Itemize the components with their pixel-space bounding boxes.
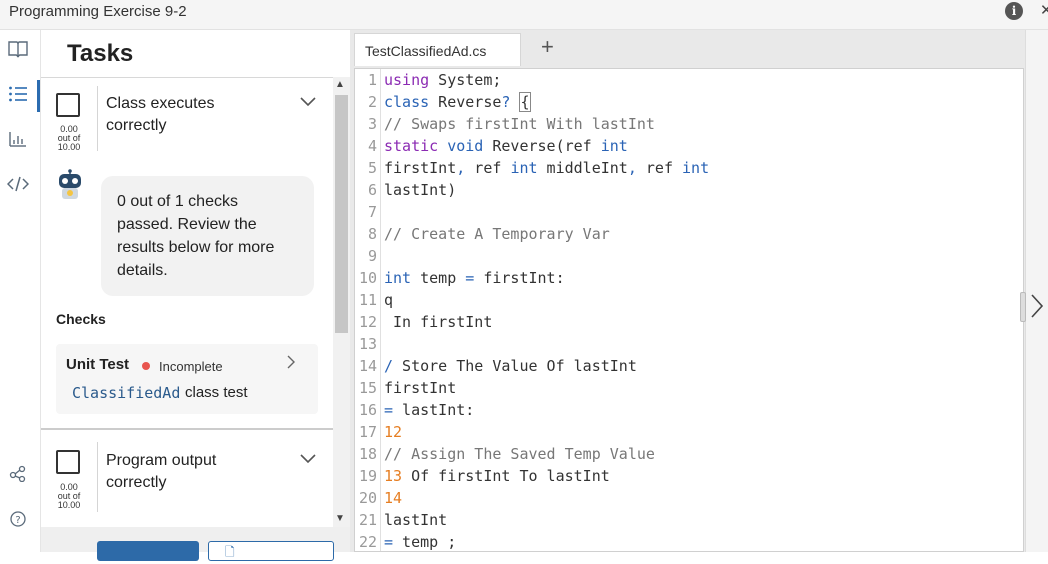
tab-label: TestClassifiedAd.cs	[365, 43, 487, 59]
task-title[interactable]: Class executes correctly	[106, 93, 266, 137]
task-score: 0.00 out of 10.00	[57, 124, 81, 152]
secondary-action-button[interactable]: 🗋	[208, 541, 334, 561]
help-icon[interactable]: ?	[7, 510, 29, 532]
code-line: 1 using System;	[367, 71, 502, 89]
title-bar: Programming Exercise 9-2 i ✕	[0, 0, 1048, 30]
code-line: 16 = lastInt:	[358, 401, 475, 419]
feedback-text: 0 out of 1 checks passed. Review the res…	[117, 193, 275, 279]
document-icon: 🗋	[225, 545, 235, 559]
tasks-scrollbar[interactable]: ▲ ▼	[333, 77, 350, 527]
code-line: 22 = temp ;	[358, 533, 457, 551]
chevron-right-icon[interactable]	[1030, 293, 1044, 325]
editor-tab-bar: TestClassifiedAd.cs +	[350, 30, 1025, 68]
code-line: 21 lastInt	[358, 511, 448, 529]
code-line: 9	[367, 247, 377, 265]
rail-active-indicator	[37, 80, 40, 112]
status-badge: Incomplete	[159, 359, 223, 374]
list-icon[interactable]	[7, 85, 29, 107]
tab-test-classified-ad[interactable]: TestClassifiedAd.cs	[354, 33, 521, 66]
code-icon[interactable]	[6, 175, 30, 197]
code-line: 20 14	[358, 489, 403, 507]
chevron-down-icon[interactable]	[299, 451, 317, 469]
code-line: 3// Swaps firstInt With lastInt	[367, 115, 655, 133]
tasks-header: Tasks	[41, 30, 335, 77]
add-tab-button[interactable]: +	[541, 34, 554, 60]
status-dot	[142, 362, 150, 370]
info-icon[interactable]: i	[1005, 2, 1023, 20]
unit-test-class-name: ClassifiedAd	[72, 384, 181, 402]
task-item: 0.00 out of 10.00 Class executes correct…	[41, 78, 333, 418]
code-line: 6 lastInt)	[367, 181, 457, 199]
chevron-down-icon[interactable]	[299, 94, 317, 112]
code-line: 8// Create A Temporary Var	[367, 225, 610, 243]
task-checkbox[interactable]	[56, 450, 80, 474]
book-icon[interactable]	[7, 40, 29, 62]
code-line: 10 int temp = firstInt:	[358, 269, 565, 287]
tasks-action-bar: 🗋	[41, 527, 350, 561]
right-panel-gutter	[1025, 30, 1048, 552]
task-item: 0.00 out of 10.00 Program output correct…	[41, 430, 333, 528]
feedback-bubble: 0 out of 1 checks passed. Review the res…	[101, 176, 314, 296]
tasks-heading: Tasks	[67, 40, 134, 67]
share-icon[interactable]	[7, 464, 29, 486]
code-line: 13	[358, 335, 377, 353]
editor-area: TestClassifiedAd.cs + 1 using System; 2 cl…	[350, 30, 1025, 552]
code-line: 18// Assign The Saved Temp Value	[358, 445, 655, 463]
scrollbar-thumb[interactable]	[335, 95, 348, 333]
code-line: 7	[367, 203, 377, 221]
scroll-down-icon[interactable]: ▼	[335, 513, 345, 524]
checks-label: Checks	[56, 311, 106, 327]
task-score: 0.00 out of 10.00	[57, 482, 81, 510]
code-line: 11 q	[358, 291, 394, 309]
task-divider-line	[97, 86, 98, 151]
task-divider-line	[97, 442, 98, 512]
code-line: 4 static void Reverse(ref int	[367, 137, 628, 155]
resize-handle[interactable]	[1020, 292, 1026, 322]
tasks-list: 0.00 out of 10.00 Class executes correct…	[41, 77, 333, 528]
left-rail: ?	[0, 30, 41, 552]
code-line: 17 12	[358, 423, 403, 441]
code-line: 5 firstInt, ref int middleInt, ref int	[367, 159, 710, 177]
scroll-up-icon[interactable]: ▲	[335, 79, 345, 90]
unit-test-card[interactable]: Unit Test Incomplete ClassifiedAd class …	[56, 344, 318, 414]
svg-text:?: ?	[15, 515, 20, 526]
unit-test-title: Unit Test	[66, 356, 130, 373]
code-line: 2 class Reverse? {	[367, 92, 531, 112]
code-line: 19 13 Of firstInt To lastInt	[358, 467, 610, 485]
code-editor[interactable]: 1 using System; 2 class Reverse? { 3// Swa…	[354, 68, 1024, 552]
chart-icon[interactable]	[7, 130, 29, 152]
chevron-right-icon[interactable]	[286, 354, 296, 375]
code-line: 12 In firstInt	[358, 313, 493, 331]
close-icon[interactable]: ✕	[1040, 1, 1048, 19]
window-title: Programming Exercise 9-2	[9, 3, 187, 20]
code-line: 14/ Store The Value Of lastInt	[358, 357, 637, 375]
task-title[interactable]: Program output correctly	[106, 450, 266, 494]
primary-action-button[interactable]	[97, 541, 199, 561]
robot-avatar-icon	[55, 169, 85, 199]
code-line: 15 firstInt	[358, 379, 457, 397]
task-checkbox[interactable]	[56, 93, 80, 117]
unit-test-desc: class test	[185, 384, 248, 401]
